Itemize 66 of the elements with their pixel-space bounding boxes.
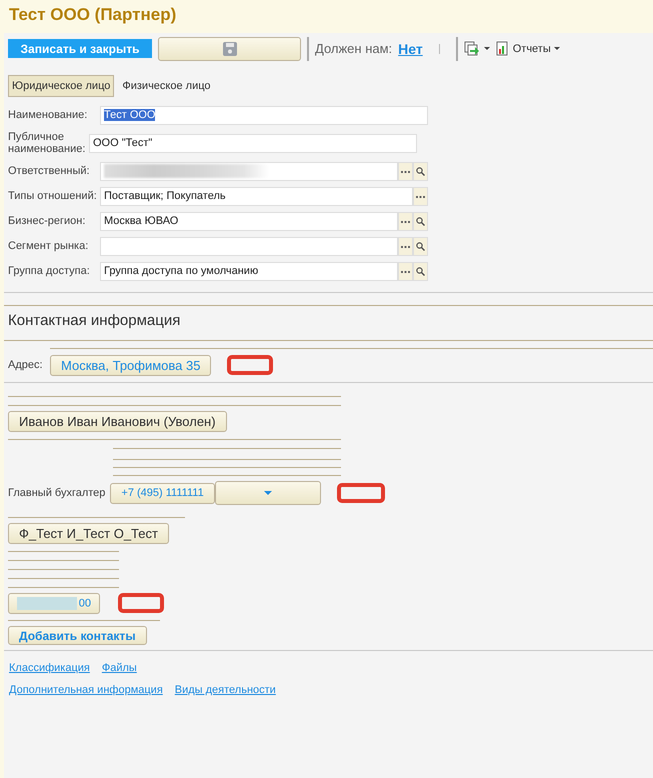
phone-button[interactable]: +7 (495) 1111111 [110,482,215,504]
tab[interactable]: Юридическое лицо [8,75,114,97]
search-icon [416,266,425,276]
field-value: Тест ООО [104,109,156,121]
role-label: Главный бухгалтер [8,487,106,499]
field-value: Группа доступа по умолчанию [104,265,258,277]
input-field[interactable]: Москва ЮВАО [100,212,398,230]
search-icon [416,166,425,176]
phone-button[interactable]: 00 [8,592,100,614]
highlight-mark [227,355,274,375]
more-icon [401,244,410,248]
section-link[interactable]: Классификация [9,662,90,674]
input-field[interactable] [100,236,398,256]
search-icon [416,216,425,226]
field-label: Типы отношений: [8,190,98,202]
input-field[interactable] [100,162,398,180]
input-field[interactable]: Тест ООО [100,106,428,124]
reports-button[interactable]: Отчеты [496,41,560,56]
field-label: Наименование: [8,109,88,121]
more-icon [401,270,410,272]
caret-icon [484,47,490,50]
search-button[interactable] [413,162,428,180]
choose-button[interactable] [398,212,413,230]
address-button[interactable]: Москва, Трофимова 35 [50,354,212,376]
debt-link[interactable]: Нет [398,40,423,56]
debt-label: Должен нам: [315,41,392,56]
section-link[interactable]: Виды деятельности [174,684,276,696]
more-icon [401,220,410,222]
search-icon [416,242,425,250]
input-field[interactable]: Поставщик; Покупатель [100,186,413,206]
copy-menu-button[interactable] [464,41,490,56]
tab[interactable]: Физическое лицо [118,75,215,97]
field-label: Ответственный: [8,165,91,177]
section-heading: Контактная информация [7,311,182,331]
documents-arrow-icon [464,41,481,56]
highlight-mark [336,483,385,503]
more-icon [416,194,425,198]
field-value: Москва ЮВАО [104,215,178,227]
caret-icon [264,491,272,495]
field-label: Сегмент рынка: [8,240,90,252]
field-label: Группа доступа: [8,265,91,277]
choose-button[interactable] [398,236,413,256]
search-button[interactable] [413,262,428,280]
section-link[interactable]: Файлы [102,662,137,674]
more-icon [401,170,410,172]
highlight-mark [118,593,164,613]
address-label: Адрес: [8,359,44,371]
choose-button[interactable] [413,186,428,206]
add-contacts-button[interactable]: Добавить контакты [8,626,147,645]
contact-person-button[interactable]: Ф_Тест И_Тест О_Тест [8,522,169,544]
field-label: Публичное наименование: [8,131,86,155]
caret-icon [554,47,560,50]
contact-person-button[interactable]: Иванов Иван Иванович (Уволен) [8,410,227,432]
field-label: Бизнес-регион: [8,215,86,227]
choose-button[interactable] [398,162,413,180]
search-button[interactable] [413,236,428,256]
field-value: Поставщик; Покупатель [104,190,226,202]
report-chart-icon [496,41,510,56]
input-field[interactable]: Группа доступа по умолчанию [100,262,398,280]
choose-button[interactable] [398,262,413,280]
search-button[interactable] [413,212,428,230]
field-value: ООО "Тест" [93,137,152,149]
input-field[interactable]: ООО "Тест" [89,134,417,152]
window-title: Тест ООО (Партнер) [8,4,178,26]
save-and-close-button[interactable]: Записать и закрыть [8,39,152,58]
section-link[interactable]: Дополнительная информация [9,684,163,696]
